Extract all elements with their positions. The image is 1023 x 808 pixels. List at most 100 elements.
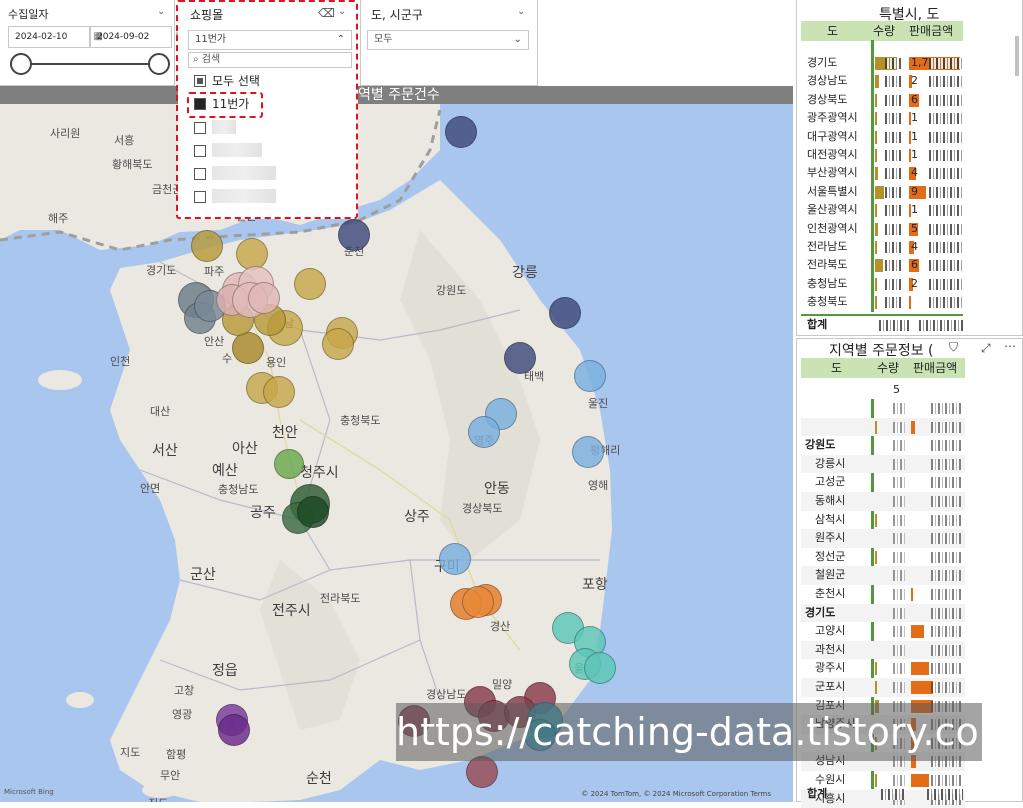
column-header[interactable]: 수량: [873, 21, 895, 41]
table-row[interactable]: 전라남도 4: [801, 238, 963, 257]
more-options-icon[interactable]: ⋯: [1004, 339, 1016, 353]
table-row[interactable]: 경상남도 2: [801, 72, 963, 91]
map-bubble[interactable]: [297, 496, 329, 528]
map-place-label: 포항: [582, 577, 608, 593]
map-place-label: 고창: [174, 684, 195, 697]
table-row[interactable]: [801, 417, 965, 437]
map-bubble[interactable]: [468, 416, 500, 448]
date-slicer-title: 수집일자: [8, 8, 49, 21]
map-bubble[interactable]: [439, 543, 471, 575]
map-bubble[interactable]: [274, 449, 304, 479]
table-row[interactable]: 강원도: [801, 436, 965, 455]
chevron-down-icon[interactable]: ⌄: [517, 6, 525, 17]
sales-value: 2: [911, 74, 918, 88]
quantity-bar: [875, 550, 877, 564]
map-bubble[interactable]: [572, 436, 604, 468]
map-place-label: 진도: [148, 795, 168, 802]
map-bubble[interactable]: [248, 282, 280, 314]
map-place-label: 서산: [152, 443, 178, 459]
map-bubble[interactable]: [294, 268, 326, 300]
region-name: 군포시: [815, 680, 846, 693]
map-place-label: 밀양: [492, 678, 513, 691]
quantity-bar: [875, 222, 878, 236]
map-bubble[interactable]: [322, 328, 354, 360]
column-header[interactable]: 도: [827, 21, 838, 41]
region-name: 원주시: [815, 531, 846, 545]
column-header[interactable]: 판매금액: [909, 21, 953, 41]
table-row[interactable]: 부산광역시 4: [801, 164, 963, 183]
map-bubble[interactable]: [232, 332, 264, 364]
map-bubble[interactable]: [445, 116, 477, 148]
region-name: 경기도: [807, 56, 838, 69]
map-bubble[interactable]: [504, 342, 536, 374]
table-row[interactable]: 과천시: [801, 640, 965, 660]
table-row[interactable]: 철원군: [801, 566, 965, 585]
end-date-input[interactable]: 2024-09-02 ▦: [90, 26, 185, 48]
table-row[interactable]: 군포시: [801, 678, 965, 697]
column-header[interactable]: 도: [831, 358, 842, 378]
table-row[interactable]: 서울특별시 9: [801, 183, 963, 202]
table-total-row: 합계: [801, 314, 963, 333]
map-place-label: 해주: [48, 212, 69, 225]
region-name: 전라남도: [807, 240, 848, 253]
quantity-bar: [875, 204, 877, 218]
sales-value: 4: [911, 240, 918, 253]
map-place-label: 청주시: [300, 465, 339, 481]
map-attribution[interactable]: © 2024 TomTom, © 2024 Microsoft Corporat…: [581, 790, 771, 798]
quantity-bar: [875, 112, 877, 126]
map-place-label: 충청남도: [218, 483, 259, 496]
map-bubble[interactable]: [584, 652, 616, 684]
end-date-handle[interactable]: [148, 53, 170, 75]
sales-value: 5: [911, 221, 918, 235]
table-row[interactable]: 고성군: [801, 473, 965, 492]
start-date-handle[interactable]: [10, 53, 32, 75]
map-bubble[interactable]: [574, 360, 606, 392]
table-row[interactable]: 대전광역시 1: [801, 146, 963, 165]
table-row[interactable]: 울산광역시 1: [801, 201, 963, 220]
sales-bar: [911, 625, 924, 639]
table-row[interactable]: 원주시: [801, 529, 965, 548]
table-row[interactable]: 고양시: [801, 622, 965, 641]
map-bubble[interactable]: [218, 714, 250, 746]
table-row[interactable]: 광주광역시 1: [801, 109, 963, 128]
column-header[interactable]: 수량: [877, 358, 899, 378]
date-range-track: [20, 63, 160, 65]
bubble-map[interactable]: 사리원서흥황해북도금천군해주철원춘천강릉경기도파주강원도인천안산수용인남태백울진…: [0, 104, 793, 802]
column-header[interactable]: 판매금액: [913, 358, 957, 378]
map-bubble[interactable]: [462, 586, 494, 618]
quantity-bar: [875, 167, 878, 181]
table-row[interactable]: 광주시: [801, 659, 965, 678]
region-name: 서울특별시: [807, 184, 858, 198]
table-row[interactable]: 경기도: [801, 603, 965, 623]
map-bubble[interactable]: [191, 230, 223, 262]
map-bubble[interactable]: [338, 219, 370, 251]
region-slicer-title: 도, 시군구: [371, 8, 423, 22]
table-row[interactable]: 동해시: [801, 492, 965, 511]
filter-icon[interactable]: ⛉: [949, 340, 958, 355]
table-row[interactable]: 정선군: [801, 548, 965, 567]
table-row[interactable]: [801, 399, 965, 418]
map-bubble[interactable]: [263, 376, 295, 408]
table-row[interactable]: 인천광역시 5: [801, 220, 963, 239]
table-row[interactable]: 충청북도: [801, 293, 963, 312]
table-row[interactable]: 강릉시: [801, 454, 965, 474]
table-row[interactable]: 삼척시: [801, 511, 965, 530]
chevron-down-icon[interactable]: ⌄: [514, 31, 522, 49]
table-row[interactable]: 충청남도 2: [801, 275, 963, 294]
table-row[interactable]: 전라북도 6: [801, 256, 963, 275]
table-row[interactable]: 경상북도 6: [801, 91, 963, 110]
table-row[interactable]: 춘천시: [801, 585, 965, 604]
region-dropdown[interactable]: 모두 ⌄: [367, 30, 529, 50]
start-date-input[interactable]: 2024-02-10 ▦: [8, 26, 103, 48]
table-row[interactable]: 대구광역시 1: [801, 128, 963, 147]
table-row[interactable]: 경기도 1,7: [801, 54, 963, 73]
sales-value: 4: [911, 166, 918, 180]
focus-mode-icon[interactable]: ⤢: [981, 341, 991, 356]
map-place-label: 함평: [166, 748, 187, 761]
table-title: 지역별 주문정보 (: [829, 343, 934, 359]
quantity-bar: [875, 662, 877, 676]
map-bubble[interactable]: [236, 238, 268, 270]
chevron-down-icon[interactable]: ⌄: [157, 6, 165, 17]
scrollbar[interactable]: [1015, 36, 1019, 76]
map-bubble[interactable]: [549, 297, 581, 329]
